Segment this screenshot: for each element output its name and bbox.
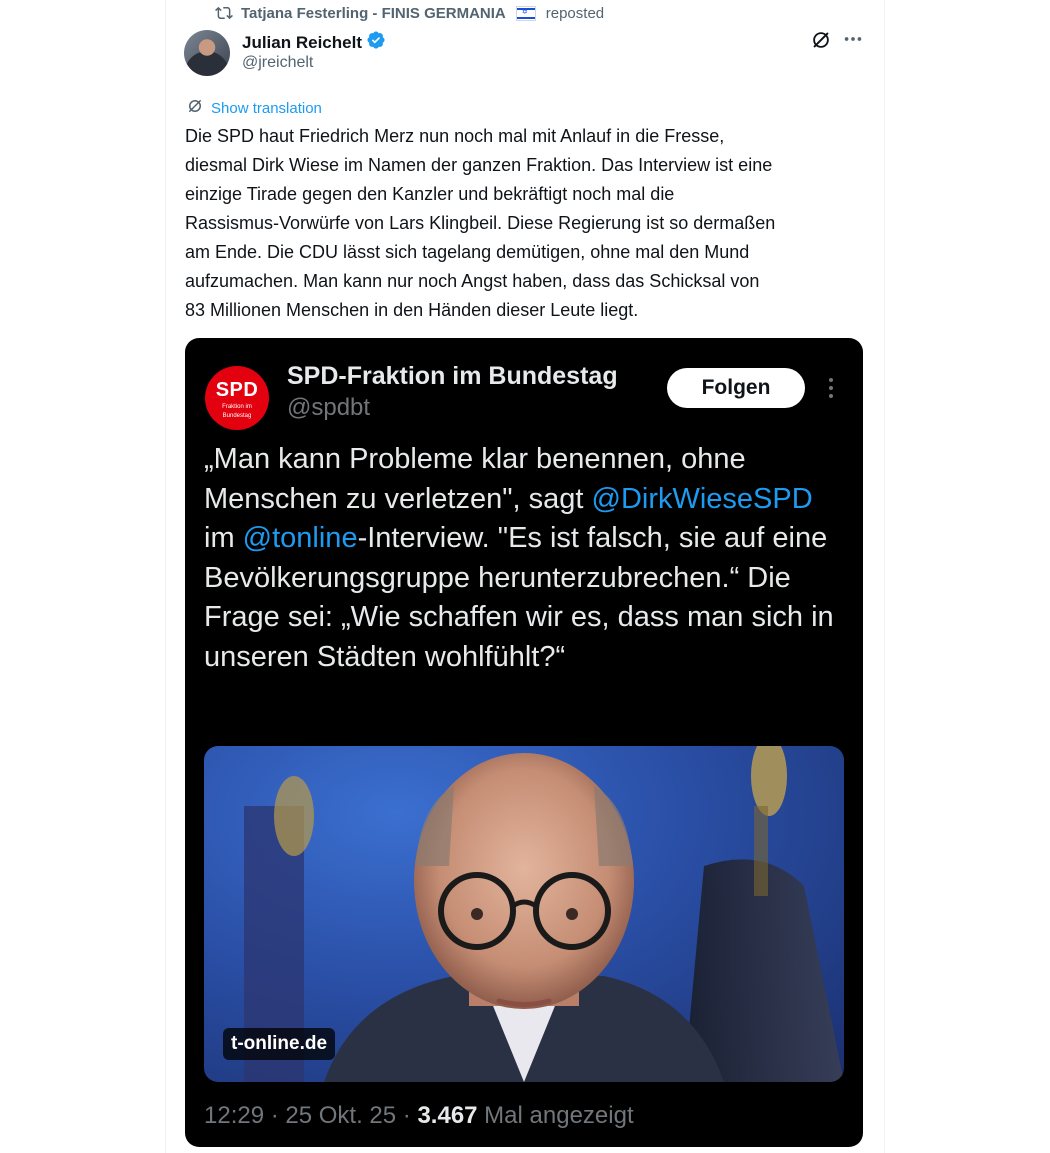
embedded-views-count: 3.467: [417, 1102, 478, 1129]
repost-action: reposted: [545, 4, 605, 22]
spd-logo-subtext-2: Bundestag: [222, 413, 252, 419]
embedded-author-name: SPD-Fraktion im Bundestag: [287, 362, 618, 390]
mention-dirkwiese: @DirkWieseSPD: [591, 482, 813, 515]
show-translation-link[interactable]: Show translation: [186, 97, 322, 119]
spd-logo: SPD Fraktion im Bundestag: [205, 366, 269, 430]
embedded-quote-text: „Man kann Probleme klar benennen, ohne M…: [204, 440, 844, 677]
author-name[interactable]: Julian Reichelt: [242, 33, 362, 53]
israel-flag-icon: ✡: [515, 5, 536, 21]
repost-user[interactable]: Tatjana Festerling - FINIS GERMANIA: [241, 5, 506, 22]
post-text: Die SPD haut Friedrich Merz nun noch mal…: [185, 126, 776, 320]
avatar[interactable]: [184, 30, 230, 76]
repost-icon: [215, 4, 233, 22]
grok-icon[interactable]: [810, 29, 832, 56]
show-translation-label[interactable]: Show translation: [211, 100, 322, 117]
translate-icon: [186, 97, 204, 119]
news-photo: t-online.de: [204, 746, 844, 1082]
source-badge: t-online.de: [223, 1028, 336, 1060]
follow-button: Folgen: [667, 368, 805, 408]
verified-badge-icon: [366, 30, 386, 55]
author-handle[interactable]: @jreichelt: [242, 54, 313, 72]
embedded-author-handle: @spdbt: [287, 394, 371, 421]
embedded-time: 12:29 · 25 Okt. 25 ·: [204, 1102, 418, 1129]
spd-logo-subtext-1: Fraktion im: [222, 404, 252, 410]
embedded-views-label: Mal angezeigt: [477, 1102, 634, 1129]
author-name-row[interactable]: Julian Reichelt: [242, 30, 386, 55]
embedded-more-icon: [827, 376, 835, 407]
more-options-icon[interactable]: [842, 28, 864, 55]
spd-logo-text: SPD: [215, 379, 259, 401]
embedded-post-image[interactable]: SPD Fraktion im Bundestag SPD-Fraktion i…: [185, 338, 863, 1147]
repost-header[interactable]: Tatjana Festerling - FINIS GERMANIA ✡ re…: [215, 4, 604, 22]
quote-part-2: im: [204, 522, 243, 554]
embedded-meta: 12:29 · 25 Okt. 25 · 3.467 Mal angezeigt: [204, 1102, 634, 1130]
mention-tonline: @tonline: [242, 522, 358, 554]
